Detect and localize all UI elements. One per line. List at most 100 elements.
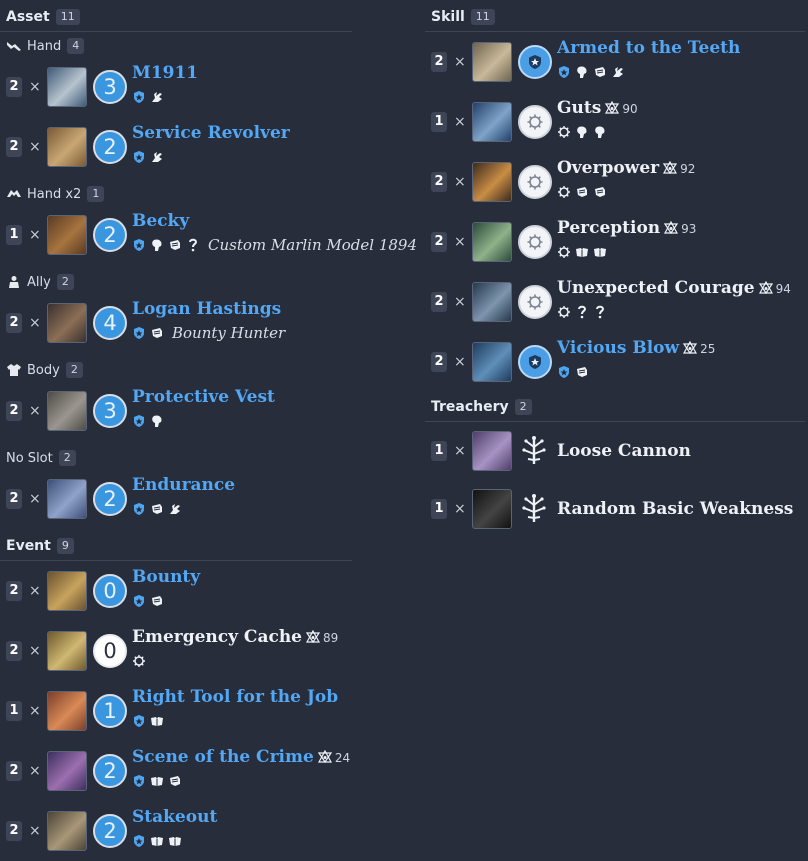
card-row[interactable]: 2 × Vicious Blow 25 — [425, 332, 808, 392]
section-header-skill[interactable]: Skill 11 — [425, 2, 805, 32]
card-name[interactable]: Overpower — [557, 158, 659, 178]
card-row[interactable]: 2 × 3 Protective Vest — [0, 381, 352, 441]
card-thumbnail[interactable] — [47, 751, 87, 791]
combat-icon — [150, 502, 168, 516]
card-row[interactable]: 2 × Perception 93 — [425, 212, 808, 272]
card-row[interactable]: 2 × 2 Endurance — [0, 469, 352, 529]
times-symbol: × — [454, 114, 466, 130]
card-name[interactable]: Service Revolver — [132, 123, 290, 143]
card-row[interactable]: 2 × Overpower 92 — [425, 152, 808, 212]
weakness-icon — [518, 435, 550, 467]
card-thumbnail[interactable] — [47, 691, 87, 731]
guardian-icon — [132, 594, 150, 608]
card-icons — [132, 501, 186, 517]
section-count: 11 — [470, 8, 495, 25]
card-row[interactable]: 1 × Loose Cannon — [425, 422, 808, 480]
card-name[interactable]: Logan Hastings — [132, 299, 281, 319]
card-thumbnail[interactable] — [47, 631, 87, 671]
card-thumbnail[interactable] — [47, 127, 87, 167]
neutral-icon — [557, 245, 575, 259]
card-thumbnail[interactable] — [47, 215, 87, 255]
card-cost: 3 — [93, 394, 127, 428]
card-row[interactable]: 2 × 2 Stakeout — [0, 801, 352, 861]
card-name[interactable]: Unexpected Courage — [557, 278, 755, 298]
intellect-icon — [150, 834, 168, 848]
card-name[interactable]: Random Basic Weakness — [557, 499, 793, 519]
card-quantity: 2 — [6, 137, 22, 157]
card-row[interactable]: 2 × Armed to the Teeth — [425, 32, 808, 92]
xp-icon — [302, 627, 320, 647]
card-name[interactable]: Armed to the Teeth — [557, 38, 740, 58]
card-xp: 25 — [700, 342, 716, 356]
card-icons — [132, 413, 168, 429]
card-thumbnail[interactable] — [47, 811, 87, 851]
card-row[interactable]: 2 × 0 Bounty — [0, 561, 352, 621]
combat-icon — [575, 365, 593, 379]
neutral-icon — [557, 185, 575, 199]
card-thumbnail[interactable] — [47, 479, 87, 519]
card-thumbnail[interactable] — [47, 303, 87, 343]
card-name[interactable]: Becky — [132, 211, 189, 231]
card-thumbnail[interactable] — [47, 391, 87, 431]
card-row[interactable]: 2 × 2 Service Revolver — [0, 117, 352, 177]
card-thumbnail[interactable] — [472, 431, 512, 471]
card-thumbnail[interactable] — [472, 342, 512, 382]
neutral-skill-icon — [518, 285, 552, 319]
card-name[interactable]: Guts — [557, 98, 601, 118]
slot-header-hand: Hand 4 — [0, 35, 352, 57]
section-header-treachery[interactable]: Treachery 2 — [425, 392, 805, 422]
card-row[interactable]: 2 × 3 M1911 — [0, 57, 352, 117]
card-name-line: Perception 93 — [557, 218, 696, 238]
card-name[interactable]: M1911 — [132, 63, 198, 83]
agility-icon — [150, 90, 168, 104]
card-row[interactable]: 2 × 2 Scene of the Crime 24 — [0, 741, 352, 801]
card-row[interactable]: 2 × 4 Logan Hastings Bounty Hunter — [0, 293, 352, 353]
card-quantity: 2 — [6, 77, 22, 97]
card-thumbnail[interactable] — [472, 102, 512, 142]
card-thumbnail[interactable] — [472, 162, 512, 202]
section-header-asset[interactable]: Asset 11 — [0, 2, 352, 32]
card-name[interactable]: Emergency Cache — [132, 627, 302, 647]
card-thumbnail[interactable] — [472, 282, 512, 322]
card-row[interactable]: 1 × Random Basic Weakness — [425, 480, 808, 538]
card-quantity: 2 — [431, 352, 447, 372]
xp-icon — [660, 218, 679, 238]
card-name[interactable]: Vicious Blow — [557, 338, 679, 358]
card-quantity: 2 — [431, 52, 447, 72]
card-thumbnail[interactable] — [47, 67, 87, 107]
card-name[interactable]: Bounty — [132, 567, 200, 587]
times-symbol: × — [454, 54, 466, 70]
card-quantity: 1 — [431, 499, 447, 519]
card-name[interactable]: Protective Vest — [132, 387, 275, 407]
card-thumbnail[interactable] — [472, 42, 512, 82]
section-header-event[interactable]: Event 9 — [0, 531, 352, 561]
card-name-line: Random Basic Weakness — [557, 499, 793, 519]
card-row[interactable]: 1 × Guts 90 — [425, 92, 808, 152]
card-name[interactable]: Scene of the Crime — [132, 747, 314, 767]
xp-icon — [314, 747, 332, 767]
times-symbol: × — [29, 403, 41, 419]
card-thumbnail[interactable] — [472, 489, 512, 529]
intellect-icon — [575, 245, 593, 259]
card-name[interactable]: Perception — [557, 218, 660, 238]
card-row[interactable]: 2 × 0 Emergency Cache 89 — [0, 621, 352, 681]
card-name[interactable]: Loose Cannon — [557, 441, 691, 461]
card-quantity: 2 — [6, 821, 22, 841]
card-name-line: Scene of the Crime 24 — [132, 747, 350, 767]
card-name[interactable]: Stakeout — [132, 807, 217, 827]
card-icons — [557, 124, 611, 140]
card-thumbnail[interactable] — [472, 222, 512, 262]
card-name[interactable]: Right Tool for the Job — [132, 687, 338, 707]
combat-icon — [593, 185, 611, 199]
card-icons — [132, 713, 168, 729]
card-thumbnail[interactable] — [47, 571, 87, 611]
left-column: Asset 11 Hand 4 2 × 3 M1911 2 × 2 Servic… — [0, 0, 417, 861]
guardian-icon — [132, 714, 150, 728]
times-symbol: × — [29, 703, 41, 719]
willpower-icon — [575, 65, 593, 79]
guardian-icon — [132, 774, 150, 788]
card-row[interactable]: 1 × 2 Becky Custom Marlin Model 1894 — [0, 205, 417, 265]
card-name[interactable]: Endurance — [132, 475, 235, 495]
card-row[interactable]: 2 × Unexpected Courage 94 — [425, 272, 808, 332]
card-row[interactable]: 1 × 1 Right Tool for the Job — [0, 681, 352, 741]
